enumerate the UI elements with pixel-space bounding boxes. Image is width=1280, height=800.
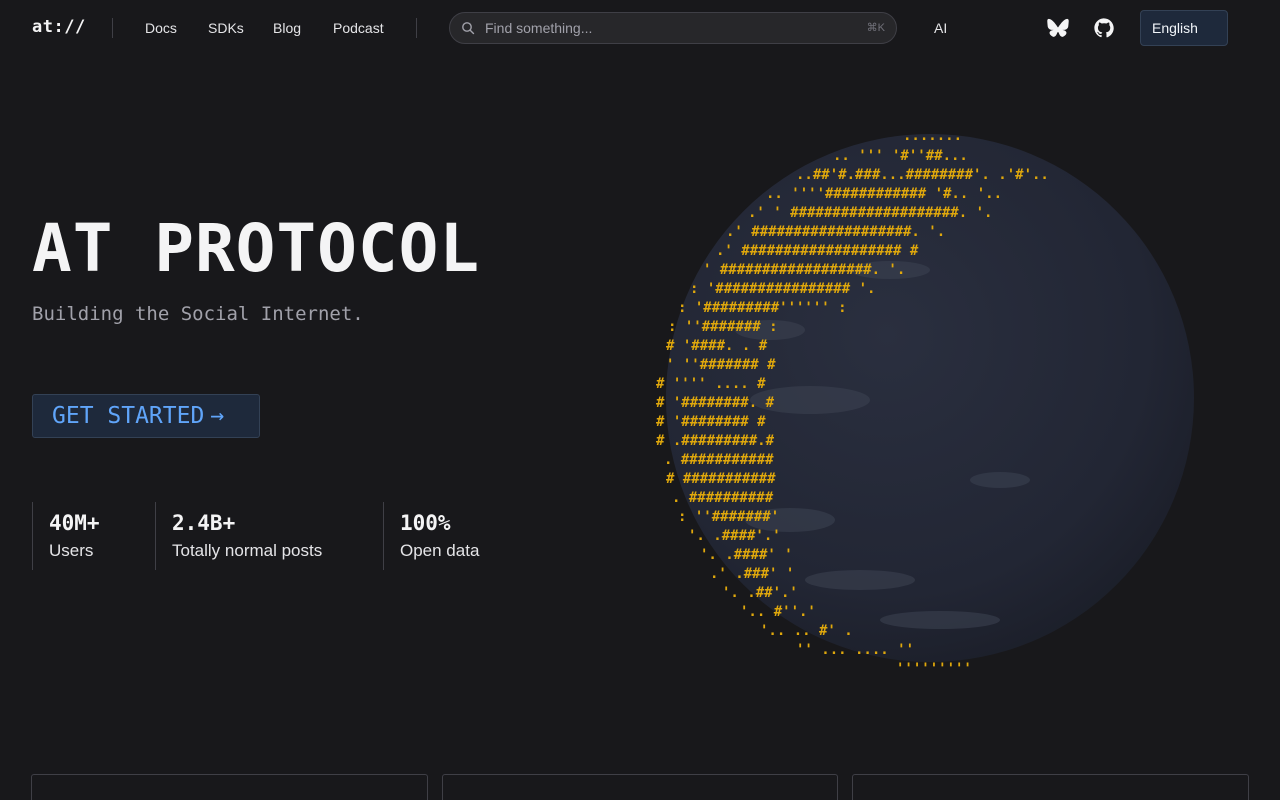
ascii-row: .' ###################. '. [726, 224, 945, 240]
stat-label: Open data [400, 541, 480, 560]
ascii-row: # '####. . # [666, 338, 768, 354]
ascii-row: '. .####'.' [688, 528, 781, 544]
nav-link-docs[interactable]: Docs [145, 20, 177, 36]
ascii-row: ..##'#.###...########'. .'#'.. [796, 167, 1049, 183]
stat-posts: 2.4B+ Totally normal posts [155, 502, 383, 570]
ascii-row: : '#########'''''' : [678, 300, 847, 316]
ai-link[interactable]: AI [934, 20, 947, 36]
stat-label: Totally normal posts [172, 541, 323, 560]
top-nav: at:// Docs SDKs Blog Podcast Find someth… [0, 0, 1280, 56]
ascii-row: '.. .. #' . [760, 623, 853, 639]
ascii-row: ' ##################. '. [703, 262, 905, 278]
stat-label: Users [49, 541, 94, 560]
site-logo[interactable]: at:// [32, 17, 86, 37]
search-input[interactable]: Find something... ⌘K [449, 12, 897, 44]
feature-card[interactable] [442, 774, 838, 800]
nav-link-sdks[interactable]: SDKs [208, 20, 244, 36]
feature-card[interactable] [31, 774, 428, 800]
ascii-row: : ''####### : [668, 319, 778, 335]
ascii-row: '. .####' ' [700, 547, 793, 563]
search-placeholder: Find something... [485, 20, 593, 36]
ascii-row: .. ''''############ '#.. '.. [766, 186, 1002, 202]
search-shortcut: ⌘K [866, 22, 885, 34]
ascii-row: '. .##'.' [722, 585, 798, 601]
arrow-right-icon: → [210, 403, 225, 429]
page-subtitle: Building the Social Internet. [32, 303, 364, 325]
stat-open-data: 100% Open data [383, 502, 523, 570]
ascii-row: # '######## # [656, 414, 766, 430]
ascii-row: .. ''' '#''##... [833, 148, 968, 164]
stat-value: 100% [400, 511, 451, 535]
get-started-button[interactable]: GET STARTED → [32, 394, 260, 438]
ascii-row: '.. #''.' [740, 604, 816, 620]
ascii-row: .' .###' ' [710, 566, 794, 582]
ascii-row: : ''#######' [678, 509, 779, 525]
stat-value: 2.4B+ [172, 511, 236, 535]
ascii-row: ....... [903, 128, 962, 144]
stat-value: 40M+ [49, 511, 100, 535]
stat-users: 40M+ Users [32, 502, 155, 570]
ascii-row: . ########## [672, 490, 774, 506]
feature-card[interactable] [852, 774, 1249, 800]
ascii-row: ''''''''' [896, 661, 972, 677]
ascii-row: .' ' ####################. '. [748, 205, 992, 221]
ascii-row: . ########### [664, 452, 774, 468]
github-icon[interactable] [1093, 17, 1115, 39]
search-icon [462, 22, 475, 35]
ascii-globe: ....... .. ''' '#''##... ..##'#.###...####… [640, 100, 1220, 680]
ascii-row: '' ... .... '' [796, 642, 914, 658]
page-title: AT PROTOCOL [32, 210, 481, 287]
ascii-row: # ########### [666, 471, 776, 487]
nav-divider [416, 18, 417, 38]
bluesky-butterfly-icon[interactable] [1047, 17, 1069, 39]
ascii-row: # '########. # [656, 395, 775, 411]
ascii-row: # '''' .... # [656, 376, 766, 392]
globe-graphic: ....... .. ''' '#''##... ..##'#.###...####… [656, 128, 1194, 677]
ascii-row: : '################ '. [690, 281, 875, 297]
nav-link-podcast[interactable]: Podcast [333, 20, 384, 36]
nav-link-blog[interactable]: Blog [273, 20, 301, 36]
language-select[interactable]: English [1140, 10, 1228, 46]
get-started-label: GET STARTED [52, 403, 205, 429]
ascii-row: # .#########.# [656, 433, 775, 449]
nav-divider [112, 18, 113, 38]
ascii-row: .' ################### # [716, 243, 919, 259]
ascii-row: ' ''####### # [666, 357, 776, 373]
